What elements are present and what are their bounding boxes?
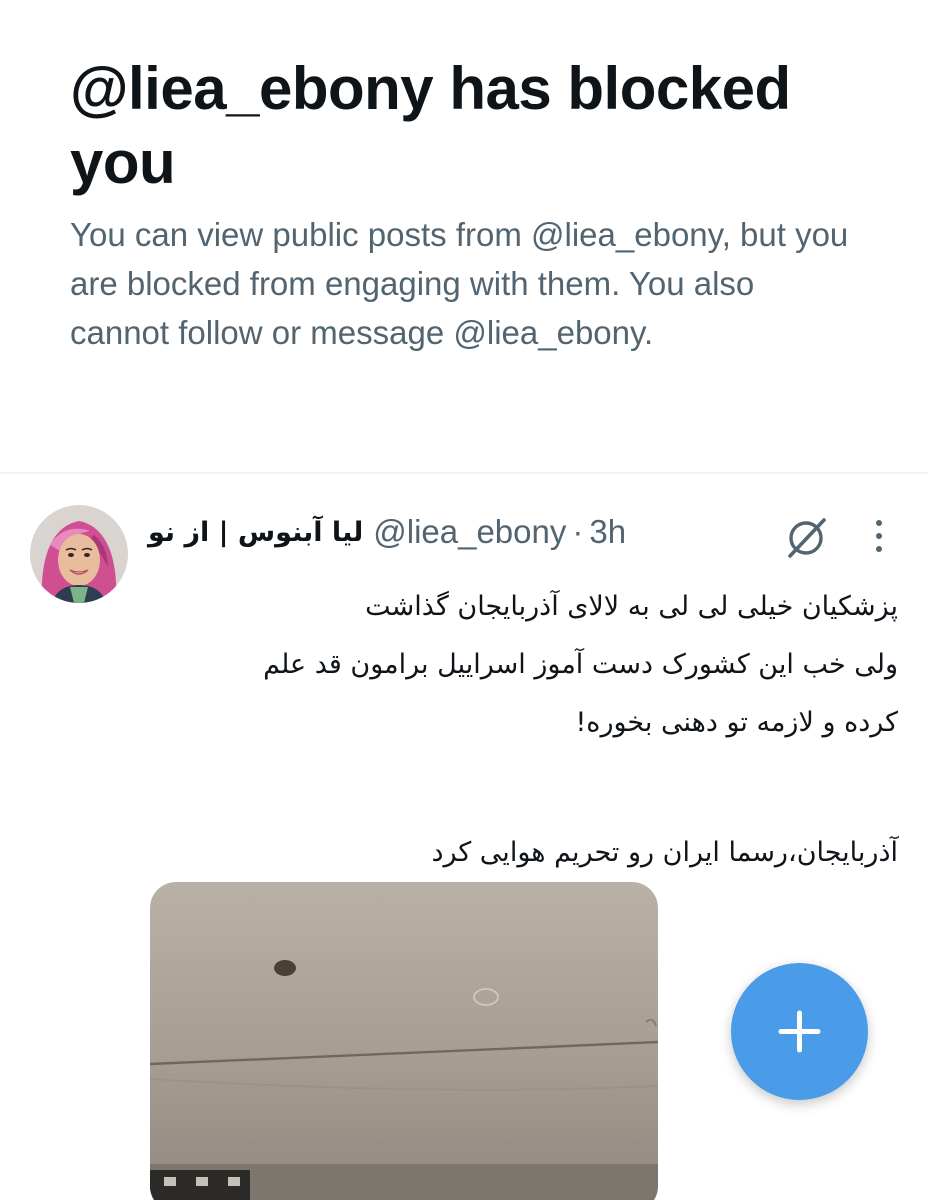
post-timestamp[interactable]: 3h [589,513,626,551]
display-name[interactable]: لیا آبنوس | از نو [148,517,363,548]
post-text-gap [158,752,898,824]
compose-button[interactable] [731,963,868,1100]
user-handle[interactable]: @liea_ebony [373,513,566,551]
separator-dot: · [572,513,584,550]
block-notice: @liea_ebony has blocked you You can view… [70,52,870,357]
avatar[interactable] [30,505,128,603]
grok-icon[interactable] [784,514,830,560]
post-header: لیا آبنوس | از نو @liea_ebony · 3h [148,510,626,554]
post-text-line: پزشکیان خیلی لی لی به لالای آذربایجان گذ… [365,591,898,622]
post-text-line: کرده و لازمه تو دهنی بخوره! [575,707,898,738]
post-text-line: ولی خب این کشورک دست آموز اسراییل برامون… [263,649,898,680]
profile-page: @liea_ebony has blocked you You can view… [0,0,928,1200]
block-description: You can view public posts from @liea_ebo… [70,216,849,351]
post-media[interactable] [150,882,658,1200]
more-vertical-icon[interactable] [862,516,896,556]
block-title: @liea_ebony has blocked you [70,55,791,196]
post-text: پزشکیان خیلی لی لی به لالای آذربایجان گذ… [158,578,898,882]
divider [0,472,928,474]
plus-icon [778,1010,821,1053]
post-text-line: آذربایجان،رسما ایران رو تحریم هوایی کرد [431,837,898,868]
